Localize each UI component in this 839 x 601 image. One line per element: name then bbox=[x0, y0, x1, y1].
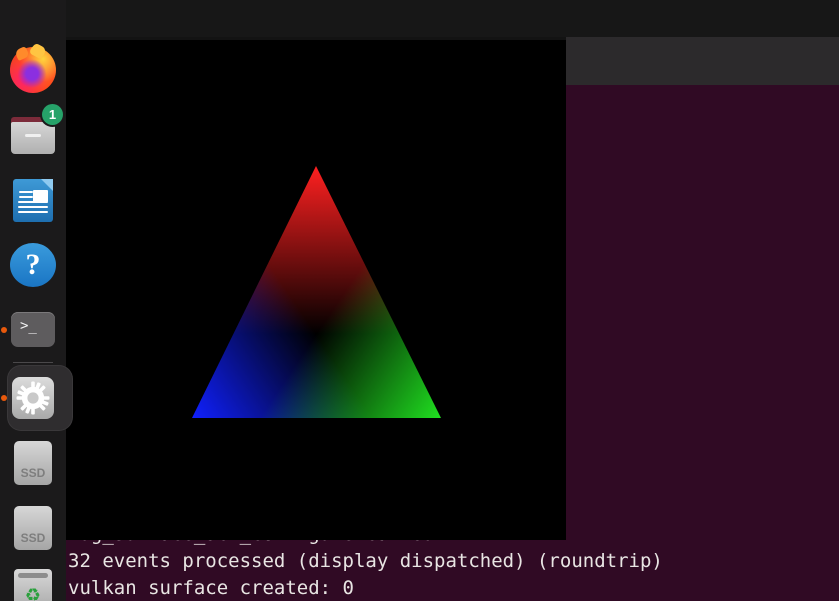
terminal-prompt-glyph: >_ bbox=[20, 318, 37, 334]
dock-item-firefox[interactable] bbox=[7, 43, 59, 96]
trash-icon[interactable]: ♻ bbox=[7, 563, 59, 601]
files-notification-badge: 1 bbox=[42, 104, 63, 125]
libreoffice-writer-icon[interactable] bbox=[7, 174, 59, 226]
dock-item-files[interactable]: 1 bbox=[7, 104, 63, 161]
vulkan-triangle-canvas bbox=[66, 40, 566, 540]
terminal-line: 32 events processed (display dispatched)… bbox=[68, 550, 663, 572]
files-icon[interactable]: 1 bbox=[7, 104, 63, 161]
dock-divider bbox=[13, 362, 53, 363]
firefox-icon[interactable] bbox=[7, 43, 59, 96]
settings-icon[interactable] bbox=[7, 372, 59, 424]
ssd-label: SSD bbox=[20, 531, 46, 545]
terminal-line: vulkan surface created: 0 bbox=[68, 577, 354, 599]
desktop-screen: activatedivatedtivatedivatedack activate… bbox=[0, 0, 839, 601]
terminal-titlebar[interactable] bbox=[566, 37, 839, 85]
dock-item-ssd-1[interactable]: SSD bbox=[7, 437, 59, 489]
recycle-glyph: ♻ bbox=[24, 585, 42, 601]
gnome-top-bar bbox=[0, 0, 839, 37]
vulkan-triangle-window[interactable] bbox=[66, 40, 566, 540]
gear-icon bbox=[16, 381, 50, 415]
dock-item-libreoffice[interactable] bbox=[7, 174, 59, 226]
dock-item-trash[interactable]: ♻ bbox=[7, 563, 59, 601]
ubuntu-dock: 1 ? >_ SSD SSD ♻ bbox=[0, 0, 72, 601]
help-icon[interactable]: ? bbox=[7, 239, 59, 291]
ssd-drive-icon[interactable]: SSD bbox=[7, 502, 59, 554]
help-question-glyph: ? bbox=[10, 243, 56, 287]
dock-item-help[interactable]: ? bbox=[7, 239, 59, 291]
dock-item-terminal[interactable]: >_ bbox=[1, 304, 59, 356]
ssd-drive-icon[interactable]: SSD bbox=[7, 437, 59, 489]
dock-item-ssd-2[interactable]: SSD bbox=[7, 502, 59, 554]
terminal-icon[interactable]: >_ bbox=[7, 304, 59, 356]
dock-item-settings[interactable] bbox=[1, 366, 72, 430]
ssd-label: SSD bbox=[20, 466, 46, 480]
